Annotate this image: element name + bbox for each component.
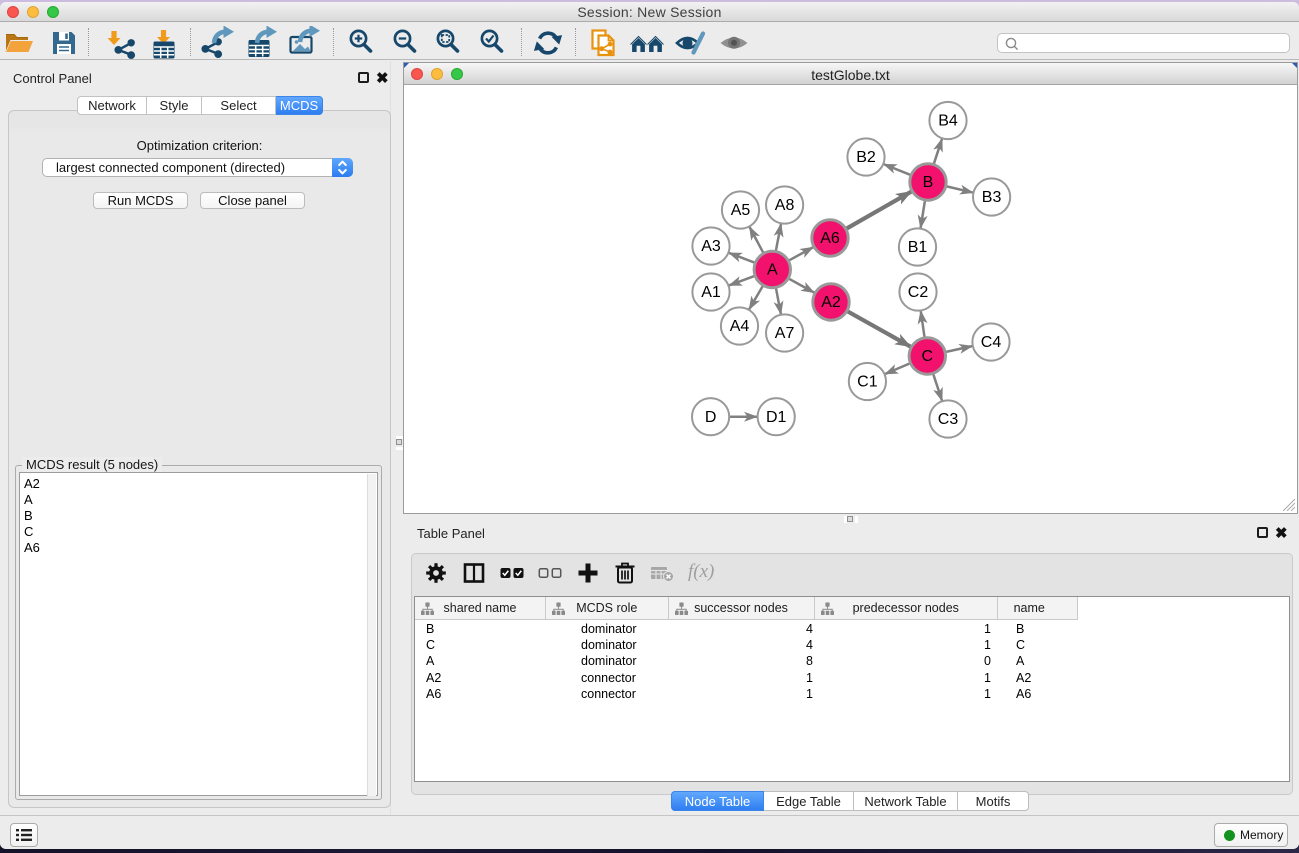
- svg-text:C1: C1: [857, 374, 878, 391]
- svg-text:B: B: [923, 174, 934, 191]
- svg-text:D: D: [705, 409, 717, 426]
- svg-text:A6: A6: [820, 230, 840, 247]
- svg-text:D1: D1: [766, 409, 787, 426]
- svg-text:A8: A8: [775, 197, 795, 214]
- svg-text:C: C: [922, 348, 934, 365]
- svg-text:B3: B3: [982, 189, 1002, 206]
- svg-text:A: A: [767, 262, 778, 279]
- svg-text:B2: B2: [856, 149, 876, 166]
- svg-text:A1: A1: [701, 284, 721, 301]
- svg-text:A3: A3: [701, 238, 721, 255]
- svg-text:C4: C4: [981, 334, 1002, 351]
- svg-text:A7: A7: [775, 325, 795, 342]
- svg-text:B4: B4: [938, 113, 958, 130]
- svg-text:A4: A4: [730, 318, 750, 335]
- svg-text:A2: A2: [821, 294, 841, 311]
- svg-text:A5: A5: [731, 202, 751, 219]
- svg-text:C3: C3: [938, 411, 959, 428]
- svg-text:C2: C2: [908, 284, 929, 301]
- svg-text:B1: B1: [908, 239, 928, 256]
